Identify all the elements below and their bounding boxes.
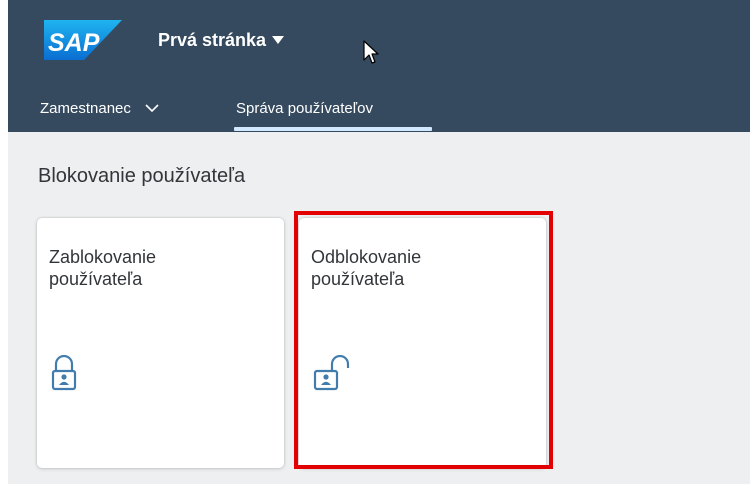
tile-title-line: Zablokovanie xyxy=(49,247,157,267)
nav-item-zamestnanec[interactable]: Zamestnanec xyxy=(40,84,159,132)
locked-icon xyxy=(51,354,77,396)
window-left-edge xyxy=(0,0,8,484)
nav-item-label: Zamestnanec xyxy=(40,99,131,117)
app-title-menu[interactable]: Prvá stránka xyxy=(158,28,285,52)
app-title: Prvá stránka xyxy=(158,29,267,50)
sap-logo[interactable]: SAP xyxy=(44,20,122,60)
tile-title: Odblokovanie používateľa xyxy=(311,246,511,290)
tile-title-line: používateľa xyxy=(49,269,143,289)
mouse-pointer-icon xyxy=(363,40,379,71)
tile-block-user[interactable]: Zablokovanie používateľa xyxy=(37,218,284,468)
caret-down-icon xyxy=(272,31,285,49)
active-tab-indicator xyxy=(234,127,432,131)
section-title: Blokovanie používateľa xyxy=(38,165,246,187)
tile-title-line: Odblokovanie xyxy=(311,247,422,267)
sap-logo-text: SAP xyxy=(48,29,100,57)
main-content: Blokovanie používateľa Zablokovanie použ… xyxy=(8,132,750,484)
nav-item-sprava-pouzivatelov[interactable]: Správa používateľov xyxy=(236,84,373,132)
tile-unblock-user[interactable]: Odblokovanie používateľa xyxy=(299,218,546,468)
nav-item-label: Správa používateľov xyxy=(236,99,373,117)
tile-title: Zablokovanie používateľa xyxy=(49,246,249,290)
chevron-down-icon xyxy=(145,100,159,117)
unlocked-icon xyxy=(313,354,355,396)
navigation-bar: Zamestnanec Správa používateľov xyxy=(8,84,750,132)
tile-title-line: používateľa xyxy=(311,269,405,289)
